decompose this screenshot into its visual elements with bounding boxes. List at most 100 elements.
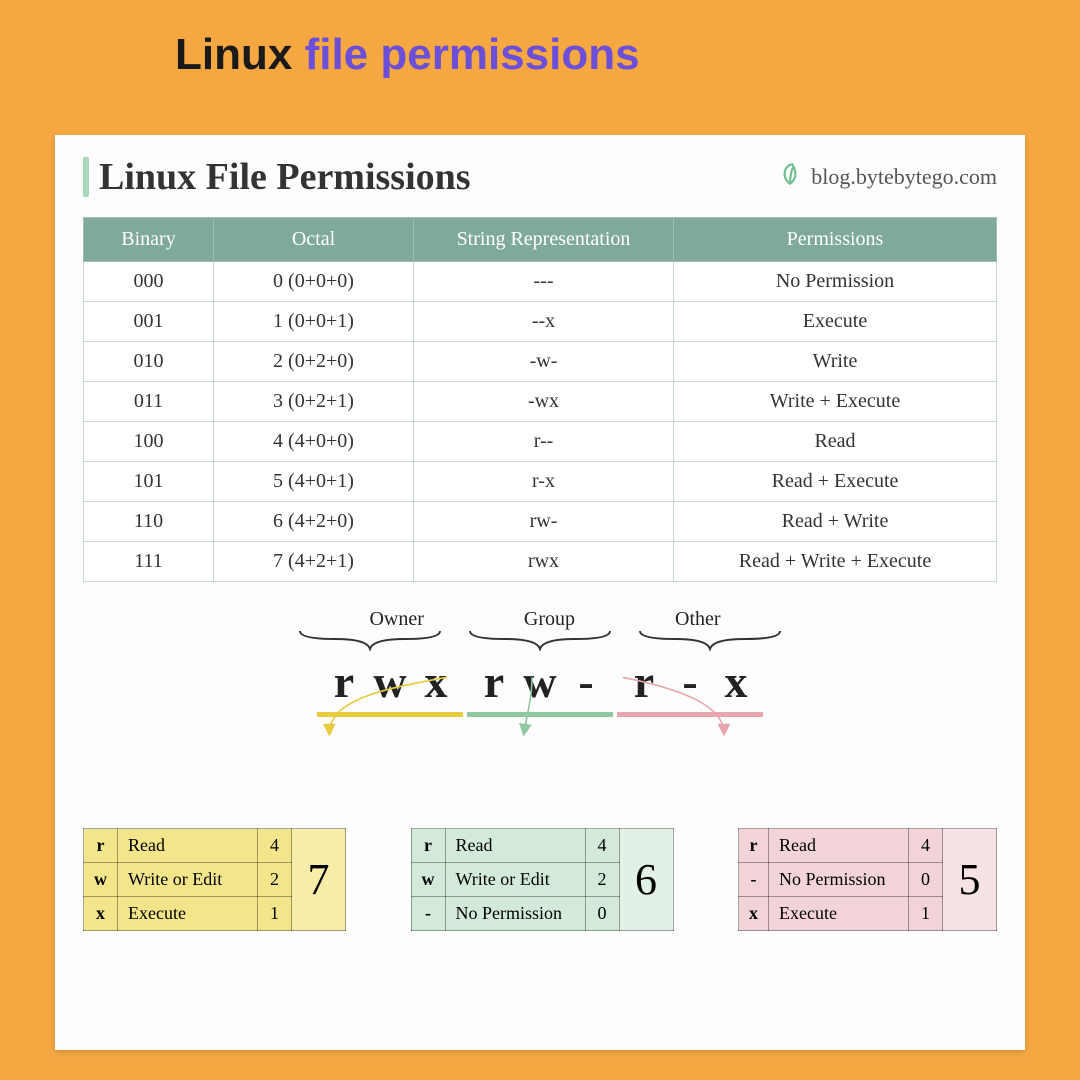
perm-group-group: rw- xyxy=(467,655,613,717)
mini-label: Read xyxy=(445,829,585,863)
mini-label: Write or Edit xyxy=(445,863,585,897)
breakdown-section: OwnerGroupOther rwxrw-r-x xyxy=(83,608,997,768)
mini-sym: r xyxy=(84,829,118,863)
mini-total: 6 xyxy=(619,829,673,931)
perm-char: x xyxy=(415,655,457,708)
mini-label: No Permission xyxy=(445,897,585,931)
mini-label: Write or Edit xyxy=(118,863,258,897)
mini-val: 4 xyxy=(909,829,943,863)
table-row: 1106 (4+2+0)rw-Read + Write xyxy=(84,502,997,542)
table-cell: --x xyxy=(414,302,674,342)
mini-sym: r xyxy=(411,829,445,863)
mini-row: rRead46 xyxy=(411,829,673,863)
table-cell: 7 (4+2+1) xyxy=(214,542,414,582)
table-cell: 5 (4+0+1) xyxy=(214,462,414,502)
table-header: Permissions xyxy=(674,218,997,262)
brand-text: blog.bytebytego.com xyxy=(811,164,997,190)
perm-char: x xyxy=(715,655,757,708)
curly-brace-icon xyxy=(295,629,445,651)
table-row: 0113 (0+2+1)-wxWrite + Execute xyxy=(84,382,997,422)
table-row: 1004 (4+0+0)r--Read xyxy=(84,422,997,462)
table-cell: Write + Execute xyxy=(674,382,997,422)
table-cell: 010 xyxy=(84,342,214,382)
curly-brace-icon xyxy=(465,629,615,651)
table-row: 0000 (0+0+0)---No Permission xyxy=(84,262,997,302)
table-cell: 101 xyxy=(84,462,214,502)
mini-sym: x xyxy=(739,897,769,931)
breakdown-label: Other xyxy=(675,608,721,631)
mini-table-owner: rRead47wWrite or Edit2xExecute1 xyxy=(83,828,346,931)
table-cell: 100 xyxy=(84,422,214,462)
perm-char: r xyxy=(623,655,665,708)
table-cell: 2 (0+2+0) xyxy=(214,342,414,382)
mini-val: 2 xyxy=(585,863,619,897)
card-title: Linux File Permissions xyxy=(99,155,471,199)
title-part-2: file permissions xyxy=(305,30,640,79)
table-cell: Read + Write + Execute xyxy=(674,542,997,582)
mini-sym: - xyxy=(739,863,769,897)
table-cell: Read + Execute xyxy=(674,462,997,502)
table-row: 1117 (4+2+1)rwxRead + Write + Execute xyxy=(84,542,997,582)
table-cell: rwx xyxy=(414,542,674,582)
title-part-1: Linux xyxy=(175,30,292,79)
mini-label: Execute xyxy=(769,897,909,931)
mini-val: 4 xyxy=(585,829,619,863)
table-cell: rw- xyxy=(414,502,674,542)
mini-table-group: rRead46wWrite or Edit2-No Permission0 xyxy=(411,828,674,931)
mini-label: No Permission xyxy=(769,863,909,897)
breakdown-label: Group xyxy=(524,608,575,631)
mini-tables-row: rRead47wWrite or Edit2xExecute1rRead46wW… xyxy=(83,828,997,931)
mini-row: rRead47 xyxy=(84,829,346,863)
perm-char: r xyxy=(473,655,515,708)
accent-bar xyxy=(83,157,89,197)
perm-group-owner: rwx xyxy=(317,655,463,717)
table-cell: Execute xyxy=(674,302,997,342)
perm-char: w xyxy=(519,655,561,708)
table-cell: No Permission xyxy=(674,262,997,302)
perm-char: - xyxy=(565,655,607,708)
breakdown-label: Owner xyxy=(369,608,423,631)
table-cell: -w- xyxy=(414,342,674,382)
table-header: String Representation xyxy=(414,218,674,262)
table-header: Binary xyxy=(84,218,214,262)
mini-val: 4 xyxy=(258,829,292,863)
perm-char: r xyxy=(323,655,365,708)
table-row: 0011 (0+0+1)--xExecute xyxy=(84,302,997,342)
mini-sym: x xyxy=(84,897,118,931)
mini-label: Read xyxy=(118,829,258,863)
table-cell: 3 (0+2+1) xyxy=(214,382,414,422)
perm-char: w xyxy=(369,655,411,708)
table-cell: 001 xyxy=(84,302,214,342)
mini-total: 7 xyxy=(292,829,346,931)
page-title: Linux file permissions xyxy=(0,0,1080,80)
brand-icon xyxy=(777,161,803,193)
table-cell: 000 xyxy=(84,262,214,302)
table-row: 1015 (4+0+1)r-xRead + Execute xyxy=(84,462,997,502)
perm-group-other: r-x xyxy=(617,655,763,717)
table-cell: 111 xyxy=(84,542,214,582)
table-cell: 1 (0+0+1) xyxy=(214,302,414,342)
mini-val: 2 xyxy=(258,863,292,897)
table-cell: 0 (0+0+0) xyxy=(214,262,414,302)
table-row: 0102 (0+2+0)-w-Write xyxy=(84,342,997,382)
diagram-card: Linux File Permissions blog.bytebytego.c… xyxy=(55,135,1025,1050)
table-cell: Read + Write xyxy=(674,502,997,542)
table-cell: r-x xyxy=(414,462,674,502)
permissions-table: BinaryOctalString RepresentationPermissi… xyxy=(83,217,997,582)
table-header: Octal xyxy=(214,218,414,262)
mini-val: 0 xyxy=(585,897,619,931)
table-cell: Read xyxy=(674,422,997,462)
table-cell: Write xyxy=(674,342,997,382)
mini-sym: - xyxy=(411,897,445,931)
mini-sym: r xyxy=(739,829,769,863)
table-cell: r-- xyxy=(414,422,674,462)
curly-brace-icon xyxy=(635,629,785,651)
table-cell: 4 (4+0+0) xyxy=(214,422,414,462)
mini-sym: w xyxy=(84,863,118,897)
table-cell: 6 (4+2+0) xyxy=(214,502,414,542)
mini-val: 1 xyxy=(258,897,292,931)
table-cell: 011 xyxy=(84,382,214,422)
mini-val: 1 xyxy=(909,897,943,931)
mini-val: 0 xyxy=(909,863,943,897)
mini-sym: w xyxy=(411,863,445,897)
